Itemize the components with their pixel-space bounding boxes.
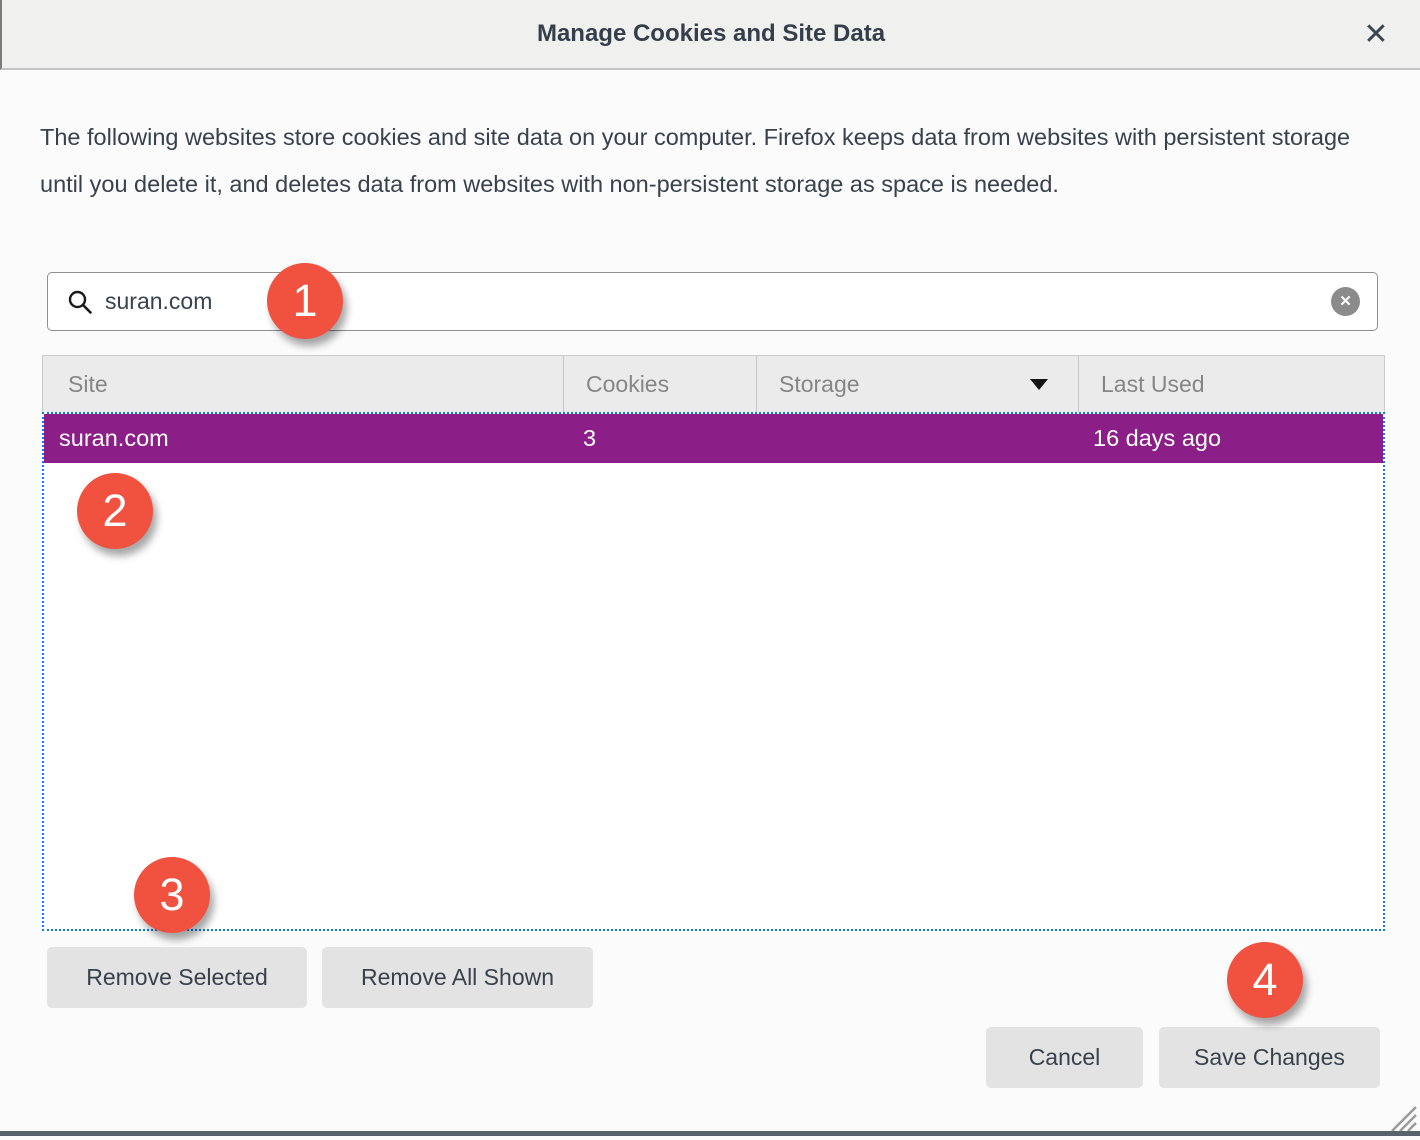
cell-site: suran.com — [44, 425, 562, 452]
cancel-button[interactable]: Cancel — [986, 1027, 1143, 1088]
save-changes-button[interactable]: Save Changes — [1159, 1027, 1380, 1088]
annotation-circle-4: 4 — [1227, 942, 1303, 1018]
resize-grip-icon[interactable] — [1378, 1098, 1418, 1132]
column-header-storage[interactable]: Storage — [756, 356, 1078, 412]
site-data-table: Site Cookies Storage Last Used suran.com… — [42, 355, 1385, 931]
search-field-container: ✕ — [47, 272, 1378, 331]
manage-cookies-dialog: Manage Cookies and Site Data ✕ The follo… — [0, 0, 1420, 1140]
remove-selected-button[interactable]: Remove Selected — [47, 947, 307, 1008]
table-header: Site Cookies Storage Last Used — [42, 355, 1385, 412]
cell-last-used: 16 days ago — [1077, 425, 1383, 452]
table-body[interactable]: suran.com 3 16 days ago — [42, 412, 1385, 931]
cell-cookies: 3 — [562, 425, 755, 452]
intro-text: The following websites store cookies and… — [40, 114, 1370, 208]
window-bottom-border — [0, 1131, 1420, 1136]
clear-search-icon[interactable]: ✕ — [1331, 287, 1360, 316]
column-label: Last Used — [1101, 371, 1205, 398]
search-icon — [67, 289, 93, 315]
column-label: Storage — [779, 371, 860, 398]
close-icon[interactable]: ✕ — [1354, 13, 1398, 57]
table-row[interactable]: suran.com 3 16 days ago — [44, 414, 1383, 463]
column-label: Site — [68, 371, 108, 398]
annotation-circle-1: 1 — [267, 263, 343, 339]
annotation-circle-2: 2 — [77, 473, 153, 549]
remove-all-shown-button[interactable]: Remove All Shown — [322, 947, 593, 1008]
dialog-titlebar: Manage Cookies and Site Data ✕ — [0, 0, 1420, 70]
dialog-title: Manage Cookies and Site Data — [537, 20, 885, 48]
column-header-last-used[interactable]: Last Used — [1078, 356, 1384, 412]
column-label: Cookies — [586, 371, 669, 398]
sort-descending-icon — [1030, 379, 1048, 390]
column-header-cookies[interactable]: Cookies — [563, 356, 756, 412]
annotation-circle-3: 3 — [134, 857, 210, 933]
column-header-site[interactable]: Site — [43, 356, 563, 412]
